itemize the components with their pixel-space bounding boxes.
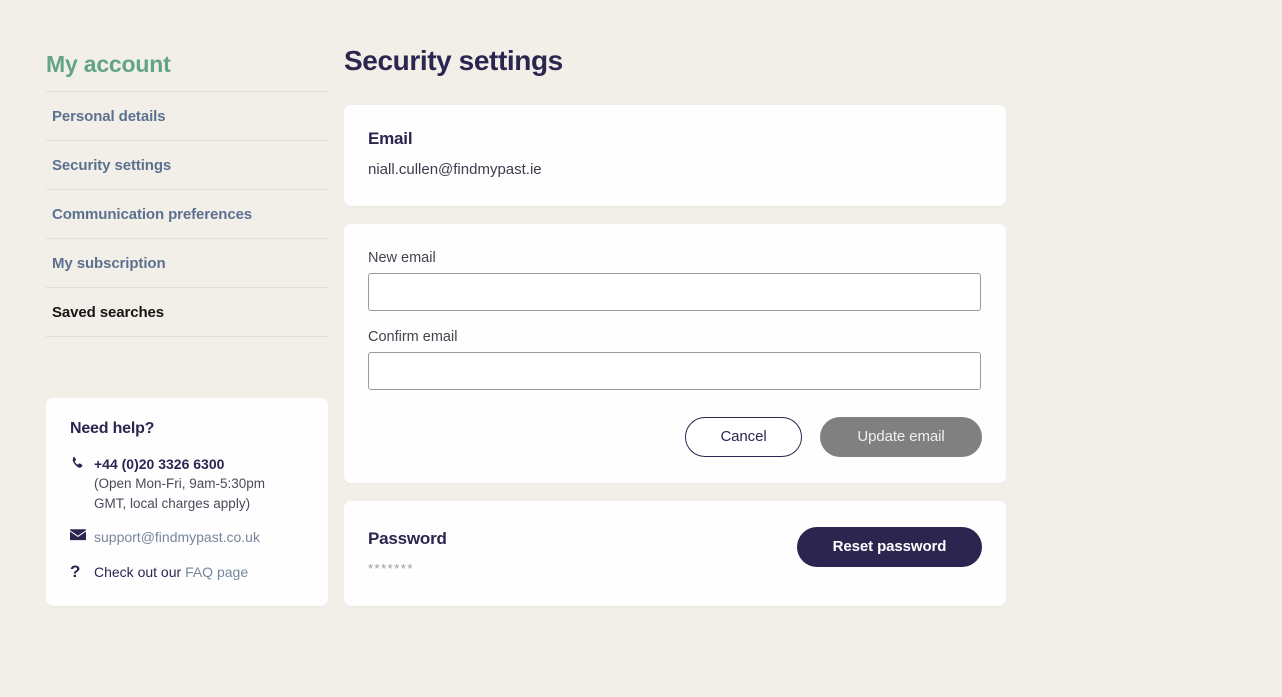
main-content: Security settings Email niall.cullen@fin…: [344, 45, 1006, 624]
sidebar-link-saved-searches[interactable]: Saved searches: [46, 288, 328, 336]
sidebar-item-security-settings[interactable]: Security settings: [46, 141, 328, 191]
sidebar-link-communication-preferences[interactable]: Communication preferences: [46, 190, 328, 238]
account-security-settings-page: My account Personal details Security set…: [0, 0, 1282, 697]
update-email-button[interactable]: Update email: [820, 416, 982, 457]
current-email-card: Email niall.cullen@findmypast.ie: [344, 104, 1006, 206]
page-title: Security settings: [344, 45, 563, 76]
faq-page-link[interactable]: FAQ page: [185, 564, 248, 580]
sidebar-item-my-subscription[interactable]: My subscription: [46, 239, 328, 289]
password-section-heading: Password: [368, 528, 447, 548]
confirm-email-label: Confirm email: [368, 328, 458, 345]
account-sidebar: My account Personal details Security set…: [46, 51, 328, 338]
need-help-card: Need help? +44 (0)20 3326 6300 (Open Mon…: [46, 398, 328, 607]
support-email-link[interactable]: support@findmypast.co.uk: [94, 529, 260, 545]
help-faq-prefix: Check out our: [94, 563, 186, 580]
help-faq-text: Check out our FAQ page: [94, 562, 248, 582]
current-email-value: niall.cullen@findmypast.ie: [368, 160, 542, 178]
email-section-heading: Email: [368, 128, 413, 148]
reset-password-button[interactable]: Reset password: [797, 526, 982, 567]
email-form-actions: Cancel Update email: [368, 416, 982, 457]
sidebar-link-security-settings[interactable]: Security settings: [46, 141, 328, 189]
password-info: Password *******: [368, 527, 447, 576]
change-email-card: New email Confirm email Cancel Update em…: [344, 223, 1006, 483]
help-phone-row: +44 (0)20 3326 6300 (Open Mon-Fri, 9am-5…: [70, 454, 306, 513]
confirm-email-field-group: Confirm email: [368, 329, 982, 390]
help-phone-hours: (Open Mon-Fri, 9am-5:30pm GMT, local cha…: [94, 476, 266, 511]
new-email-input[interactable]: [368, 272, 981, 311]
help-phone-number: +44 (0)20 3326 6300: [94, 456, 225, 472]
confirm-email-input[interactable]: [368, 351, 981, 390]
sidebar-title: My account: [46, 51, 171, 77]
phone-icon: [70, 454, 94, 471]
sidebar-item-communication-preferences[interactable]: Communication preferences: [46, 190, 328, 240]
need-help-title: Need help?: [70, 420, 155, 437]
password-masked-value: *******: [368, 560, 414, 576]
sidebar-link-my-subscription[interactable]: My subscription: [46, 239, 328, 287]
help-email-text: support@findmypast.co.uk: [94, 527, 260, 548]
password-card: Password ******* Reset password: [344, 500, 1006, 606]
question-mark-icon: ?: [70, 561, 81, 581]
cancel-button[interactable]: Cancel: [685, 416, 802, 457]
new-email-field-group: New email: [368, 250, 982, 311]
sidebar-link-personal-details[interactable]: Personal details: [46, 92, 328, 140]
new-email-label: New email: [368, 249, 436, 266]
help-faq-row: ? Check out our FAQ page: [70, 562, 306, 582]
help-phone-text: +44 (0)20 3326 6300 (Open Mon-Fri, 9am-5…: [94, 454, 284, 513]
help-email-row: support@findmypast.co.uk: [70, 527, 306, 548]
sidebar-nav: Personal details Security settings Commu…: [46, 91, 328, 338]
envelope-icon: [70, 527, 94, 541]
sidebar-item-personal-details[interactable]: Personal details: [46, 92, 328, 142]
sidebar-item-saved-searches[interactable]: Saved searches: [46, 288, 328, 338]
